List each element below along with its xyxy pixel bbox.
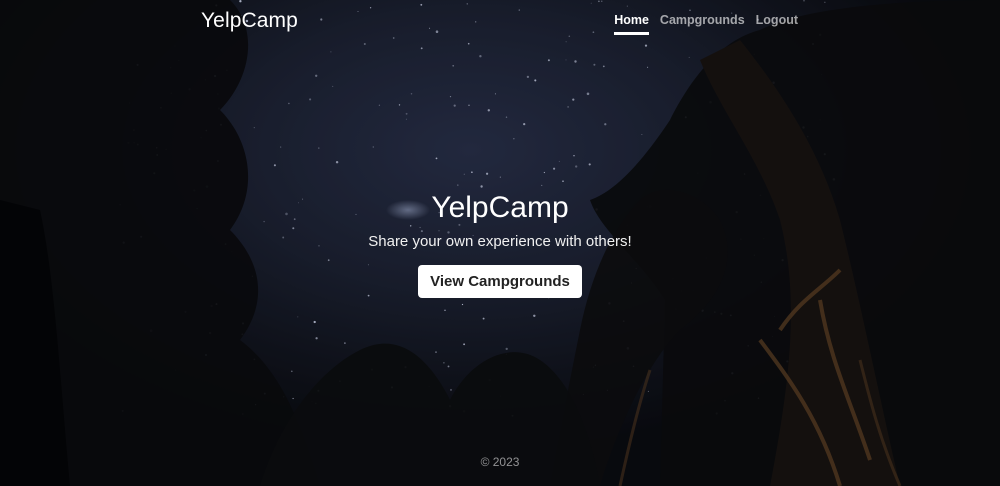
view-campgrounds-button[interactable]: View Campgrounds — [418, 265, 582, 298]
hero-title: YelpCamp — [431, 191, 569, 224]
navbar: YelpCamp Home Campgrounds Logout — [0, 0, 1000, 44]
hero-subtitle: Share your own experience with others! — [368, 233, 632, 250]
hero-section: YelpCamp Share your own experience with … — [0, 190, 1000, 298]
footer-copyright: © 2023 — [480, 455, 520, 469]
nav-link-home[interactable]: Home — [614, 13, 649, 35]
nav-links: Home Campgrounds Logout — [614, 13, 798, 35]
nav-link-logout[interactable]: Logout — [756, 13, 798, 35]
nav-link-campgrounds[interactable]: Campgrounds — [660, 13, 745, 35]
brand-logo[interactable]: YelpCamp — [201, 9, 298, 33]
